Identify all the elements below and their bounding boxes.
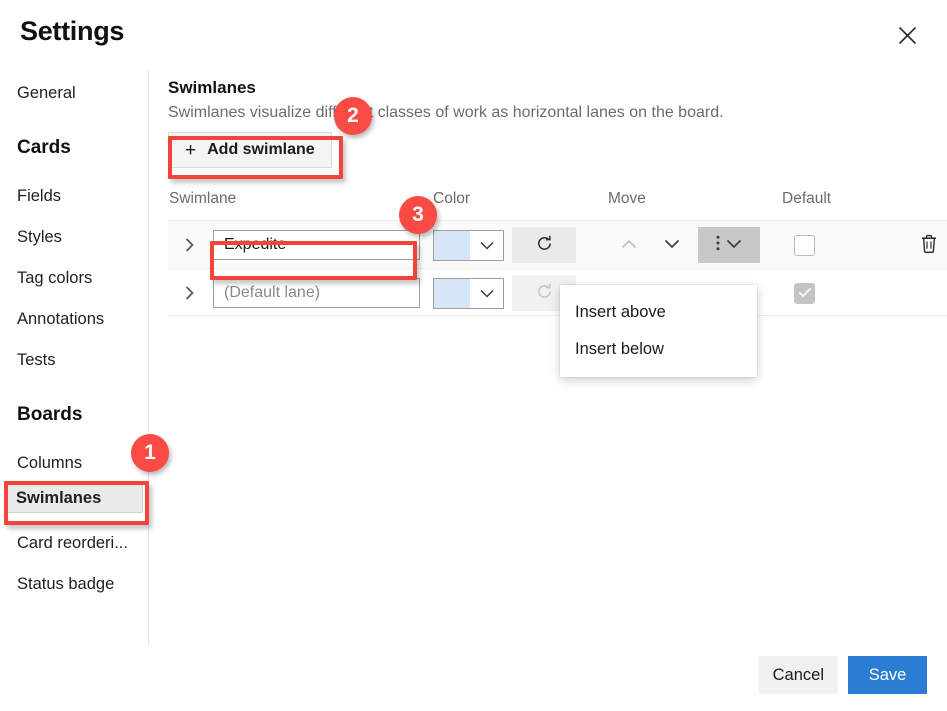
table-row — [168, 220, 947, 268]
chevron-down-icon — [664, 236, 680, 254]
sidebar-item-styles[interactable]: Styles — [9, 222, 70, 252]
sidebar-item-tag-colors[interactable]: Tag colors — [9, 263, 100, 293]
chevron-up-icon — [621, 236, 637, 254]
sidebar-item-columns[interactable]: Columns — [9, 448, 90, 478]
sidebar-group-cards: Cards — [9, 133, 79, 163]
save-button[interactable]: Save — [848, 656, 927, 694]
sidebar-item-card-reordering[interactable]: Card reorderi... — [9, 528, 136, 558]
move-down-button[interactable] — [651, 227, 693, 263]
plus-icon: + — [185, 141, 196, 160]
table-header-row: Swimlane Color Move Default — [168, 190, 947, 220]
sidebar-group-boards: Boards — [9, 400, 90, 430]
chevron-down-icon — [470, 279, 503, 308]
sidebar-item-general[interactable]: General — [9, 78, 84, 108]
sidebar-divider — [148, 70, 149, 645]
sidebar: General Cards Fields Styles Tag colors A… — [0, 70, 148, 645]
row-expand-chevron-icon[interactable] — [178, 282, 200, 304]
sidebar-item-fields[interactable]: Fields — [9, 181, 69, 211]
section-description: Swimlanes visualize different classes of… — [168, 104, 938, 122]
color-swatch — [434, 231, 470, 260]
menu-item-insert-above[interactable]: Insert above — [560, 294, 757, 331]
color-swatch — [434, 279, 470, 308]
kebab-menu-icon — [716, 235, 720, 256]
refresh-icon — [536, 235, 553, 255]
reset-color-button[interactable] — [512, 227, 576, 263]
dialog-footer: Cancel Save — [759, 656, 927, 694]
chevron-down-icon — [726, 236, 742, 254]
check-icon — [798, 285, 812, 303]
cancel-button[interactable]: Cancel — [759, 656, 838, 694]
sidebar-item-annotations[interactable]: Annotations — [9, 304, 112, 334]
close-button[interactable] — [887, 15, 927, 55]
table-row — [168, 268, 947, 316]
swimlane-name-input[interactable] — [213, 278, 420, 308]
column-header-default: Default — [782, 190, 831, 208]
move-more-menu-button[interactable] — [698, 227, 760, 263]
add-swimlane-label: Add swimlane — [207, 141, 315, 159]
refresh-icon — [536, 283, 553, 303]
move-context-menu: Insert above Insert below — [560, 285, 757, 377]
column-header-swimlane: Swimlane — [169, 190, 236, 208]
page-title: Settings — [20, 16, 124, 47]
trash-icon — [920, 234, 938, 259]
add-swimlane-button[interactable]: + Add swimlane — [168, 132, 332, 168]
close-icon — [898, 26, 917, 45]
sidebar-item-tests[interactable]: Tests — [9, 345, 64, 375]
swimlane-name-input[interactable] — [213, 230, 420, 260]
chevron-down-icon — [470, 231, 503, 260]
row-expand-chevron-icon[interactable] — [178, 234, 200, 256]
color-picker-dropdown[interactable] — [433, 278, 504, 309]
section-title: Swimlanes — [168, 78, 938, 98]
sidebar-item-status-badge[interactable]: Status badge — [9, 569, 122, 599]
column-header-move: Move — [608, 190, 646, 208]
main-content: Swimlanes Swimlanes visualize different … — [168, 78, 938, 168]
color-picker-dropdown[interactable] — [433, 230, 504, 261]
settings-dialog: Settings General Cards Fields Styles Tag… — [0, 0, 947, 711]
swimlanes-table: Swimlane Color Move Default — [168, 190, 947, 316]
sidebar-item-swimlanes[interactable]: Swimlanes — [7, 483, 143, 513]
default-lane-checkbox — [794, 283, 815, 304]
menu-item-insert-below[interactable]: Insert below — [560, 331, 757, 368]
default-lane-checkbox[interactable] — [794, 235, 815, 256]
column-header-color: Color — [433, 190, 470, 208]
delete-swimlane-button[interactable] — [916, 233, 942, 259]
move-up-button[interactable] — [608, 227, 650, 263]
